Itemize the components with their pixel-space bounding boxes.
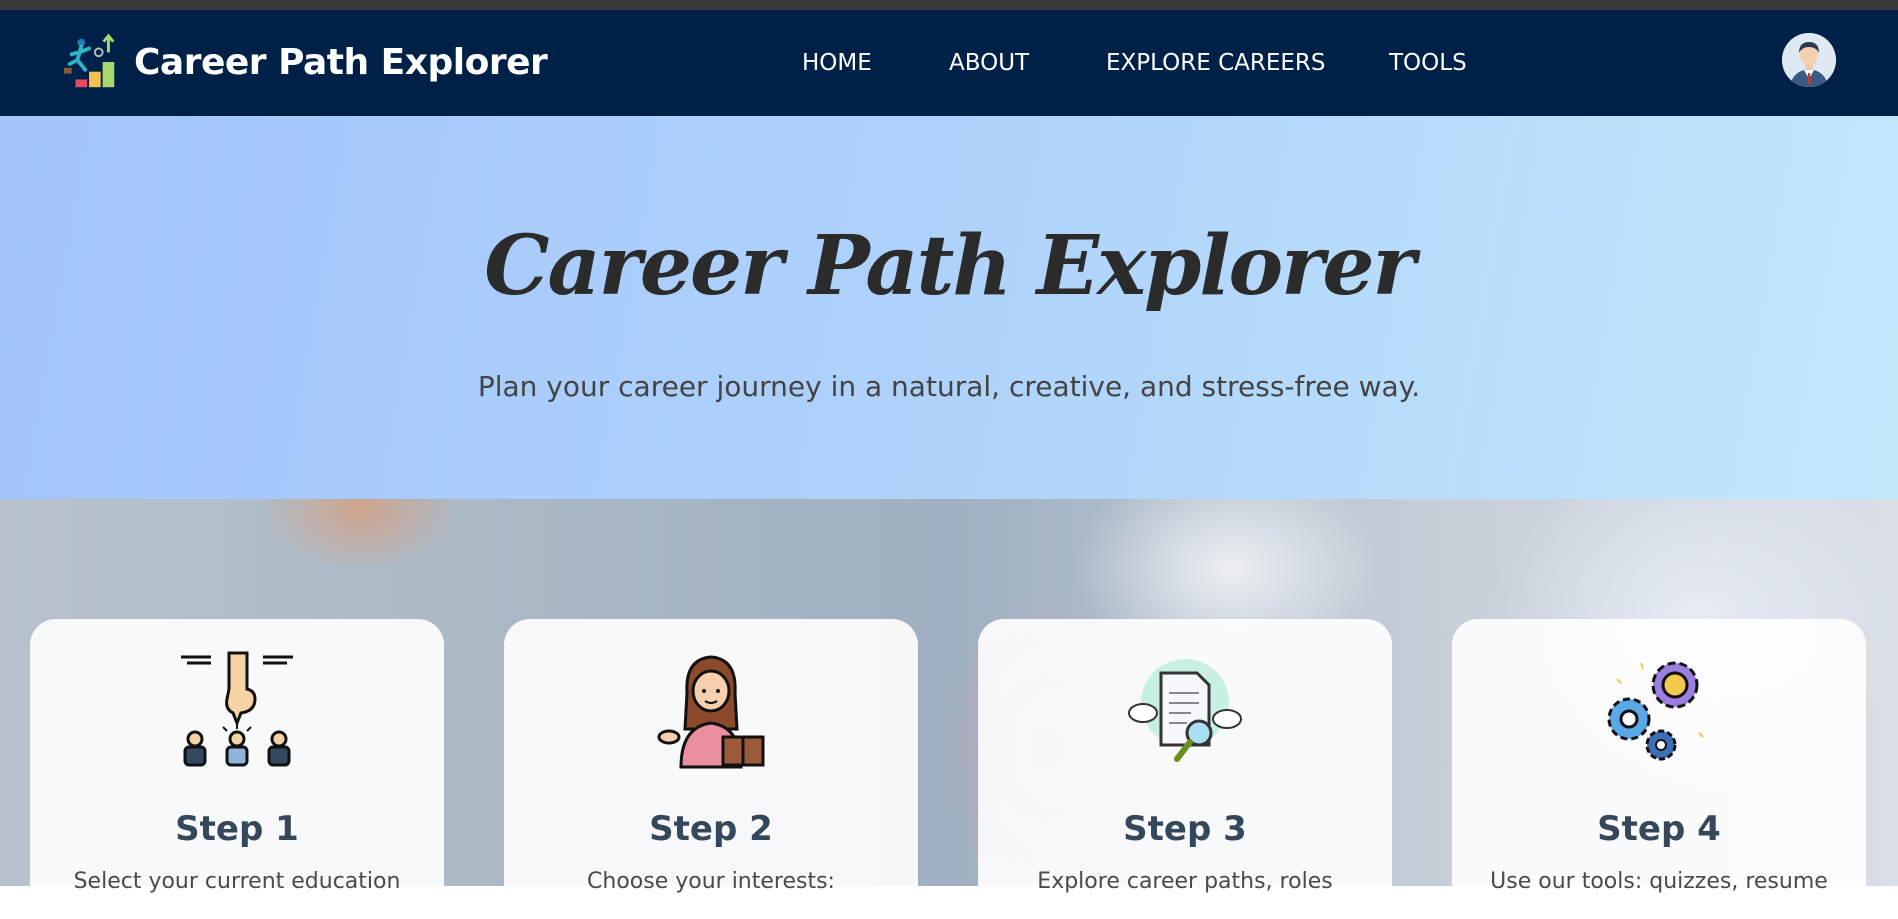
- user-avatar[interactable]: [1782, 33, 1836, 87]
- nav-links: HOME ABOUT EXPLORE CAREERS TOOLS: [0, 50, 1898, 80]
- document-search-icon: [1128, 659, 1242, 762]
- nav-about[interactable]: ABOUT: [949, 50, 1029, 76]
- step-card-2[interactable]: Step 2 Choose your interests:: [504, 619, 918, 919]
- step-card-1[interactable]: Step 1 Select your current education: [30, 619, 444, 919]
- nav-explore-careers[interactable]: EXPLORE CAREERS: [1106, 50, 1326, 76]
- step-text: Select your current education: [73, 869, 401, 894]
- hero-title: Career Path Explorer: [484, 218, 1415, 314]
- step-text: Explore career paths, roles: [1037, 869, 1333, 894]
- window-top-strip: [0, 0, 1898, 10]
- nav-home[interactable]: HOME: [802, 50, 872, 76]
- navbar: Career Path Explorer HOME ABOUT EXPLORE …: [0, 10, 1898, 116]
- step-text: Choose your interests:: [587, 869, 835, 894]
- step-card-3[interactable]: Step 3 Explore career paths, roles: [978, 619, 1392, 919]
- step-card-4[interactable]: Step 4 Use our tools: quizzes, resume: [1452, 619, 1866, 919]
- gears-idea-icon: [1607, 661, 1704, 761]
- step-title: Step 4: [1597, 809, 1721, 849]
- nav-tools[interactable]: TOOLS: [1389, 50, 1467, 76]
- step-title: Step 3: [1123, 809, 1247, 849]
- step-title: Step 2: [649, 809, 773, 849]
- selection-pointer-icon: [181, 651, 293, 767]
- hero-subtitle: Plan your career journey in a natural, c…: [477, 370, 1421, 403]
- user-avatar-icon: [1782, 33, 1836, 87]
- step-text: Use our tools: quizzes, resume: [1490, 869, 1828, 894]
- step-title: Step 1: [175, 809, 299, 849]
- woman-reading-icon: [657, 655, 765, 769]
- hero-banner: Career Path Explorer Plan your career jo…: [0, 116, 1898, 499]
